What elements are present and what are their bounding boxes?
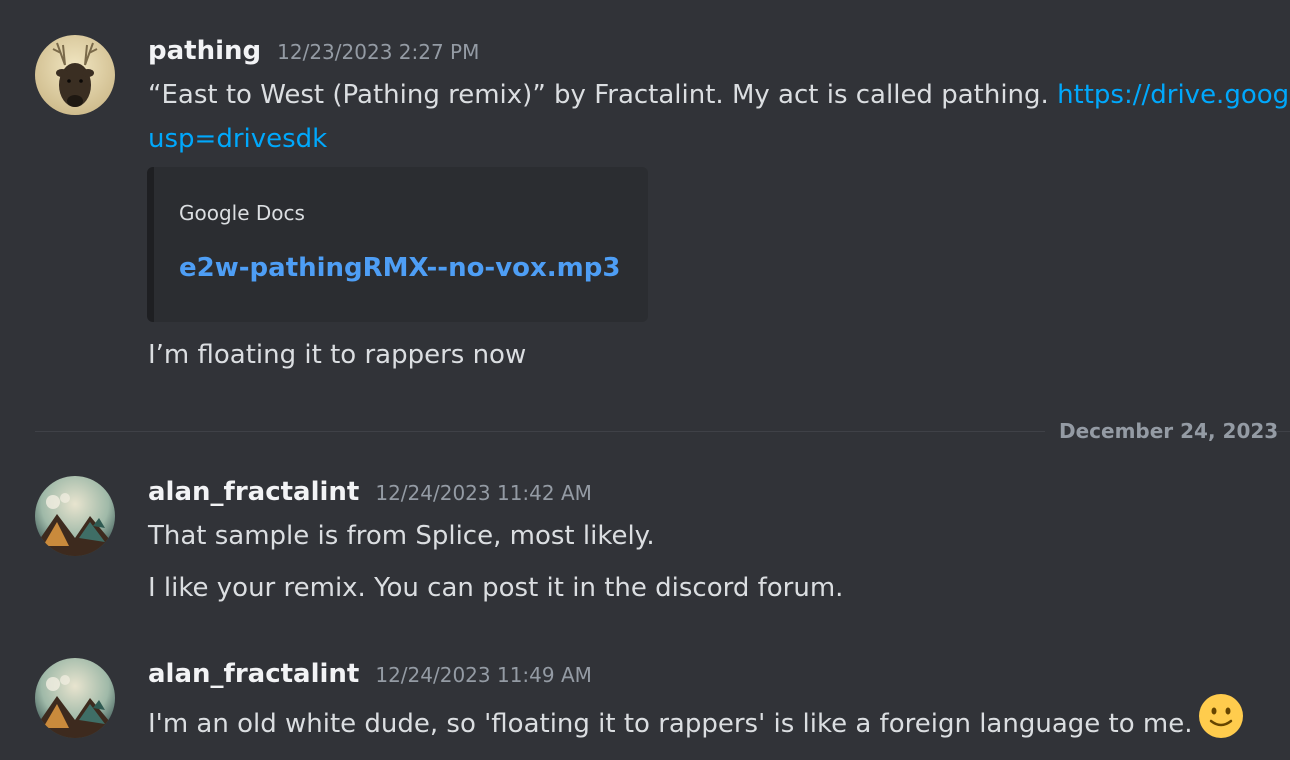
embed-title-link[interactable]: e2w-pathingRMX--no-vox.mp3 bbox=[179, 253, 620, 283]
slightly-smiling-face-icon[interactable] bbox=[1198, 693, 1244, 746]
message-header: alan_fractalint 12/24/2023 11:42 AM bbox=[148, 477, 592, 507]
message-header: pathing 12/23/2023 2:27 PM bbox=[148, 36, 479, 66]
message-header: alan_fractalint 12/24/2023 11:49 AM bbox=[148, 659, 592, 689]
message-text-continued: usp=drivesdk bbox=[148, 124, 327, 154]
message-text: That sample is from Splice, most likely. bbox=[148, 521, 655, 551]
embed-provider: Google Docs bbox=[179, 201, 305, 225]
deer-icon bbox=[35, 35, 115, 115]
date-divider-line bbox=[35, 431, 1045, 432]
username[interactable]: alan_fractalint bbox=[148, 659, 359, 689]
username[interactable]: alan_fractalint bbox=[148, 477, 359, 507]
message-text: I’m floating it to rappers now bbox=[148, 340, 527, 370]
link-embed: Google Docs e2w-pathingRMX--no-vox.mp3 bbox=[147, 167, 648, 322]
mountain-icon bbox=[35, 658, 115, 738]
deer-avatar[interactable] bbox=[35, 35, 115, 115]
mountain-landscape-avatar[interactable] bbox=[35, 476, 115, 556]
message-content: I'm an old white dude, so 'floating it t… bbox=[148, 709, 1193, 739]
message-text: I'm an old white dude, so 'floating it t… bbox=[148, 694, 1244, 746]
message-content: “East to West (Pathing remix)” by Fracta… bbox=[148, 80, 1058, 110]
date-divider-line-right bbox=[1276, 431, 1290, 432]
timestamp[interactable]: 12/24/2023 11:49 AM bbox=[375, 663, 592, 687]
drive-link-continued[interactable]: usp=drivesdk bbox=[148, 124, 327, 154]
timestamp[interactable]: 12/24/2023 11:42 AM bbox=[375, 481, 592, 505]
mountain-landscape-avatar[interactable] bbox=[35, 658, 115, 738]
username[interactable]: pathing bbox=[148, 36, 261, 66]
timestamp[interactable]: 12/23/2023 2:27 PM bbox=[277, 40, 479, 64]
mountain-icon bbox=[35, 476, 115, 556]
drive-link[interactable]: https://drive.google.com/file/d/1example… bbox=[1057, 80, 1290, 110]
message-text: “East to West (Pathing remix)” by Fracta… bbox=[148, 80, 1290, 110]
message-text: I like your remix. You can post it in th… bbox=[148, 573, 844, 603]
chat-messages[interactable]: pathing 12/23/2023 2:27 PM “East to West… bbox=[0, 0, 1290, 760]
date-divider-label: December 24, 2023 bbox=[1059, 419, 1279, 443]
